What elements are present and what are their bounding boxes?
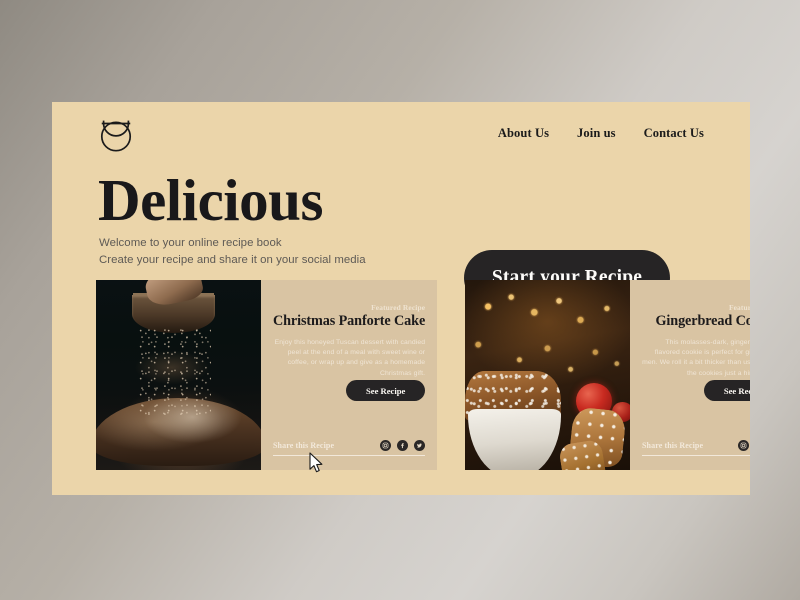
featured-recipes-row: Featured Recipe Christmas Panforte Cake … xyxy=(96,280,750,478)
recipe-card-body: Featured Recipe Christmas Panforte Cake … xyxy=(261,280,438,470)
recipe-photo-gingerbread xyxy=(465,280,630,470)
nav-link-about-us[interactable]: About Us xyxy=(498,126,549,141)
nav-link-contact-us[interactable]: Contact Us xyxy=(644,126,704,141)
nav-link-join-us[interactable]: Join us xyxy=(577,126,616,141)
see-recipe-button[interactable]: See Recipe xyxy=(704,380,750,401)
hero-section: Delicious Welcome to your online recipe … xyxy=(52,164,750,306)
facebook-icon[interactable] xyxy=(397,440,409,451)
hero-subtitle-line-1: Welcome to your online recipe book xyxy=(99,237,282,249)
share-this-recipe-link[interactable]: Share this Recipe xyxy=(273,441,334,450)
bowl-circle-logo-icon[interactable] xyxy=(98,115,134,153)
instagram-icon[interactable] xyxy=(738,440,749,451)
social-icon-group xyxy=(380,440,426,451)
site-header: About Us Join us Contact Us xyxy=(52,102,750,164)
recipe-card-gingerbread: Featured Recipe Gingerbread Cookies This… xyxy=(465,280,750,470)
social-icon-group xyxy=(738,440,750,451)
share-row: Share this Recipe xyxy=(642,438,750,456)
instagram-icon[interactable] xyxy=(380,440,392,451)
recipe-photo-panforte xyxy=(96,280,261,470)
recipe-description: This molasses-dark, ginger-and-spice fla… xyxy=(642,339,750,377)
page-title: Delicious xyxy=(98,167,323,233)
see-recipe-button[interactable]: See Recipe xyxy=(346,380,426,401)
twitter-icon[interactable] xyxy=(414,440,426,451)
share-row: Share this Recipe xyxy=(273,438,426,456)
featured-recipe-label: Featured Recipe xyxy=(728,303,750,312)
recipe-description: Enjoy this honeyed Tuscan dessert with c… xyxy=(274,339,426,377)
recipe-card-panforte: Featured Recipe Christmas Panforte Cake … xyxy=(96,280,438,470)
hero-subtitle: Welcome to your online recipe book Creat… xyxy=(99,235,366,268)
main-navigation: About Us Join us Contact Us xyxy=(498,126,704,141)
hero-subtitle-line-2: Create your recipe and share it on your … xyxy=(99,253,366,266)
recipe-card-body: Featured Recipe Gingerbread Cookies This… xyxy=(630,280,750,470)
recipe-title: Gingerbread Cookies xyxy=(655,313,751,329)
website-panel: About Us Join us Contact Us Delicious We… xyxy=(52,102,750,495)
featured-recipe-label: Featured Recipe xyxy=(371,303,426,312)
share-this-recipe-link[interactable]: Share this Recipe xyxy=(642,441,703,450)
recipe-title: Christmas Panforte Cake xyxy=(273,313,426,329)
